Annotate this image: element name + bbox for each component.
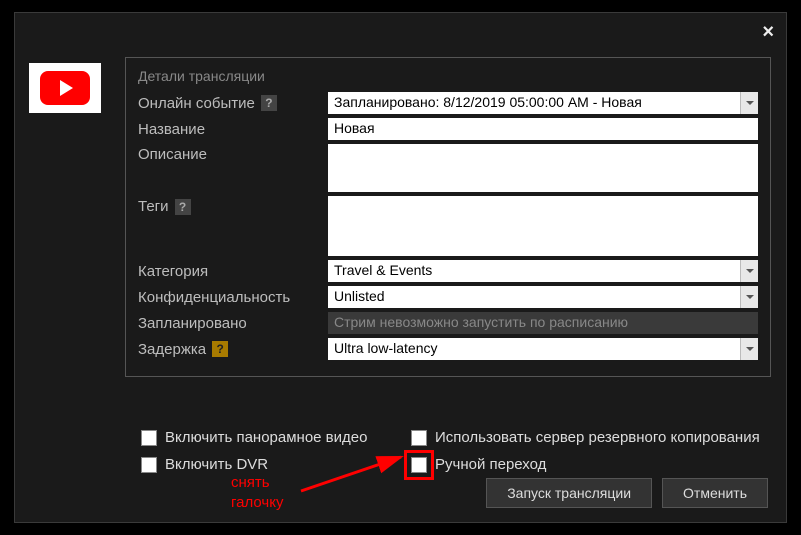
online-event-select[interactable]: Запланировано: 8/12/2019 05:00:00 AM - Н… [328, 92, 758, 114]
stream-settings-dialog: × Детали трансляции Онлайн событие ? Зап… [14, 12, 787, 523]
checkbox-dvr[interactable]: Включить DVR [141, 456, 411, 473]
checkbox-icon [411, 457, 427, 473]
checkbox-panoramic[interactable]: Включить панорамное видео [141, 429, 411, 446]
chevron-down-icon [740, 286, 758, 308]
annotation-highlight [404, 450, 434, 480]
label-online-event: Онлайн событие ? [138, 95, 328, 112]
label-privacy: Конфиденциальность [138, 289, 328, 306]
help-icon[interactable]: ? [175, 199, 191, 215]
scheduled-info: Стрим невозможно запустить по расписанию [328, 312, 758, 334]
label-description: Описание [138, 144, 328, 163]
row-latency: Задержка ? Ultra low-latency [138, 338, 758, 360]
description-input[interactable] [328, 144, 758, 192]
name-input[interactable]: Новая [328, 118, 758, 140]
category-value: Travel & Events [328, 260, 740, 282]
checkbox-icon [141, 457, 157, 473]
close-button[interactable]: × [762, 21, 774, 44]
label-tags: Теги ? [138, 196, 328, 215]
row-scheduled: Запланировано Стрим невозможно запустить… [138, 312, 758, 334]
chevron-down-icon [740, 92, 758, 114]
row-privacy: Конфиденциальность Unlisted [138, 286, 758, 308]
youtube-icon [40, 71, 90, 105]
help-icon[interactable]: ? [212, 341, 228, 357]
help-icon[interactable]: ? [261, 95, 277, 111]
annotation-text: снять галочку [231, 473, 283, 512]
details-panel: Детали трансляции Онлайн событие ? Запла… [125, 57, 771, 377]
dialog-buttons: Запуск трансляции Отменить [486, 478, 768, 508]
chevron-down-icon [740, 260, 758, 282]
category-select[interactable]: Travel & Events [328, 260, 758, 282]
checkbox-backup[interactable]: Использовать сервер резервного копирован… [411, 429, 760, 446]
label-category: Категория [138, 263, 328, 280]
label-name: Название [138, 121, 328, 138]
checkbox-label: Включить DVR [165, 456, 268, 473]
panel-title: Детали трансляции [138, 68, 758, 84]
latency-value: Ultra low-latency [328, 338, 740, 360]
checkbox-label: Ручной переход [435, 456, 546, 473]
cancel-button[interactable]: Отменить [662, 478, 768, 508]
row-tags: Теги ? [138, 196, 758, 256]
row-category: Категория Travel & Events [138, 260, 758, 282]
row-name: Название Новая [138, 118, 758, 140]
latency-select[interactable]: Ultra low-latency [328, 338, 758, 360]
privacy-value: Unlisted [328, 286, 740, 308]
youtube-logo [29, 63, 101, 113]
chevron-down-icon [740, 338, 758, 360]
checkbox-label: Включить панорамное видео [165, 429, 367, 446]
label-latency: Задержка ? [138, 341, 328, 358]
online-event-value: Запланировано: 8/12/2019 05:00:00 AM - Н… [328, 92, 740, 114]
label-scheduled: Запланировано [138, 315, 328, 332]
start-stream-button[interactable]: Запуск трансляции [486, 478, 652, 508]
checkbox-icon [411, 430, 427, 446]
checkbox-icon [141, 430, 157, 446]
play-icon [60, 80, 73, 96]
row-description: Описание [138, 144, 758, 192]
checkbox-manual[interactable]: Ручной переход [411, 456, 546, 473]
row-online-event: Онлайн событие ? Запланировано: 8/12/201… [138, 92, 758, 114]
checkbox-label: Использовать сервер резервного копирован… [435, 429, 760, 446]
tags-input[interactable] [328, 196, 758, 256]
privacy-select[interactable]: Unlisted [328, 286, 758, 308]
